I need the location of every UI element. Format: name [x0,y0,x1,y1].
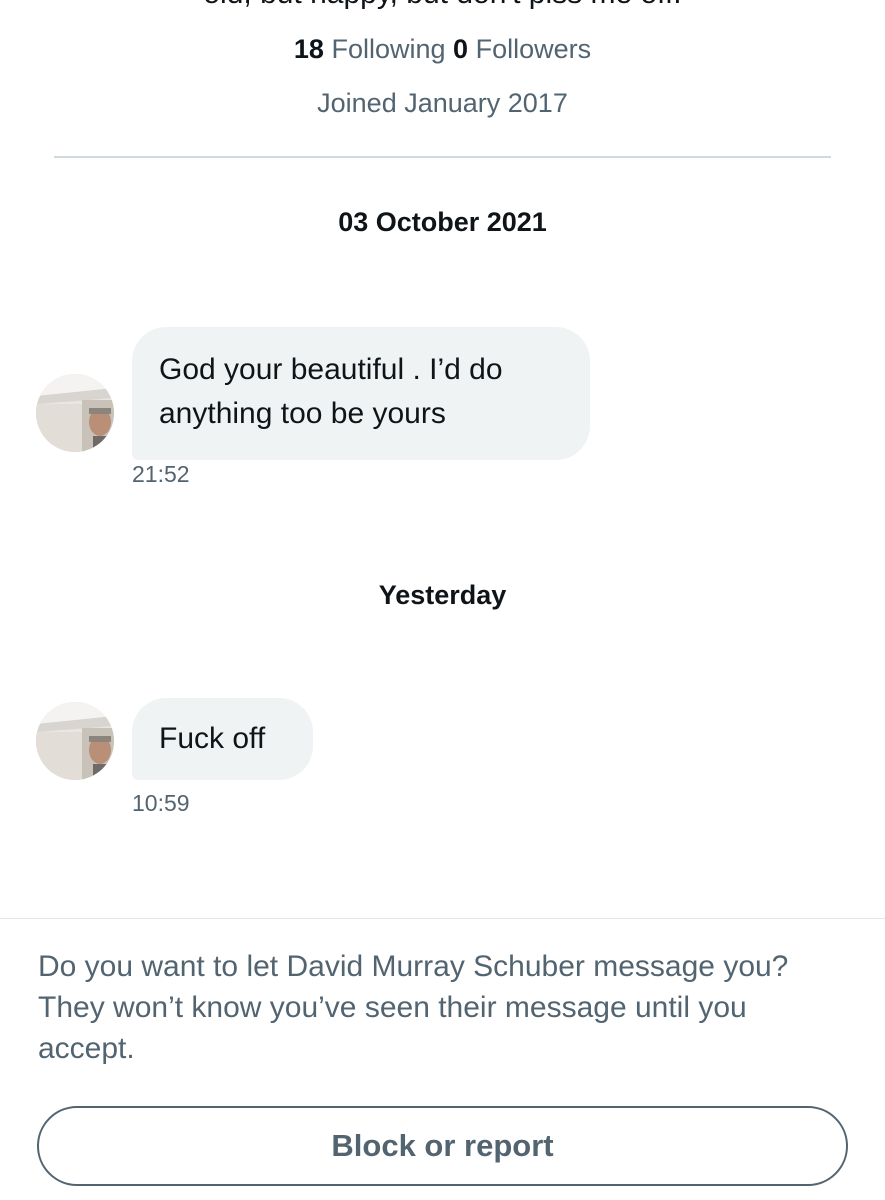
followers-label: Followers [475,34,592,64]
avatar-photo-icon [36,374,114,452]
avatar[interactable] [36,702,114,780]
date-separator: 03 October 2021 [338,207,547,237]
message-bubble[interactable]: Fuck off [132,698,313,780]
followers-link[interactable]: 0 Followers [453,34,591,64]
following-count: 18 [293,34,324,64]
message-timestamp: 21:52 [132,461,190,487]
follow-stats: 18 Following 0 Followers [0,30,885,68]
message-line: Fuck off [159,722,266,755]
footer-divider [0,918,885,919]
profile-bio: old, but happy, but don't piss me off. [0,0,885,14]
block-or-report-button[interactable]: Block or report [37,1106,848,1186]
date-separator: Yesterday [378,580,507,610]
message-request-prompt: Do you want to let David Murray Schuber … [38,950,789,1065]
profile-divider [54,156,831,158]
message-timestamp: 10:59 [132,790,190,816]
avatar[interactable] [36,374,114,452]
following-link[interactable]: 18 Following [294,34,446,64]
message-line: God your beautiful . I’d do [159,353,503,386]
joined-date: Joined January 2017 [317,88,568,118]
avatar-photo-icon [36,702,114,780]
message-bubble[interactable]: God your beautiful . I’d do anything too… [132,327,590,460]
followers-count: 0 [453,34,469,64]
message-line: anything too be yours [159,397,446,430]
following-label: Following [331,34,446,64]
